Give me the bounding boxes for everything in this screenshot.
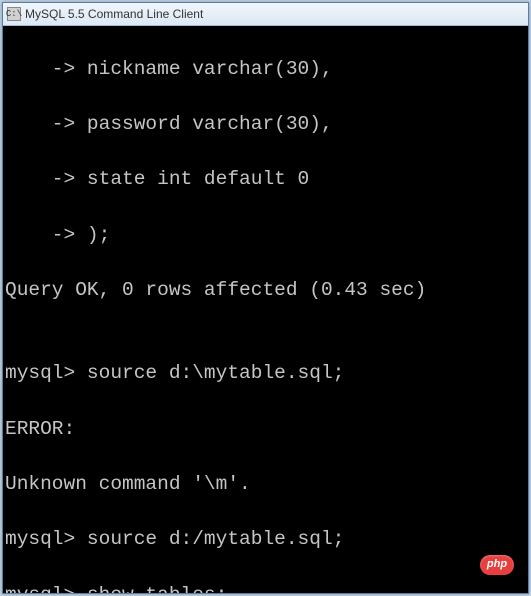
terminal-line: Unknown command '\m'.: [5, 471, 526, 499]
terminal-line: ERROR:: [5, 416, 526, 444]
terminal-area[interactable]: -> nickname varchar(30), -> password var…: [3, 26, 528, 593]
titlebar[interactable]: C:\ MySQL 5.5 Command Line Client: [3, 3, 528, 26]
window-title: MySQL 5.5 Command Line Client: [25, 7, 203, 21]
terminal-line: -> nickname varchar(30),: [5, 56, 526, 84]
php-badge: php: [480, 555, 514, 575]
terminal-line: -> );: [5, 222, 526, 250]
terminal-line: mysql> source d:\mytable.sql;: [5, 360, 526, 388]
terminal-line: -> state int default 0: [5, 166, 526, 194]
console-icon: C:\: [7, 7, 21, 21]
terminal-line: -> password varchar(30),: [5, 111, 526, 139]
app-window: C:\ MySQL 5.5 Command Line Client -> nic…: [2, 2, 529, 594]
terminal-line: Query OK, 0 rows affected (0.43 sec): [5, 277, 526, 305]
terminal-line: mysql> source d:/mytable.sql;: [5, 526, 526, 554]
terminal-line: mysql> show tables;: [5, 582, 526, 593]
